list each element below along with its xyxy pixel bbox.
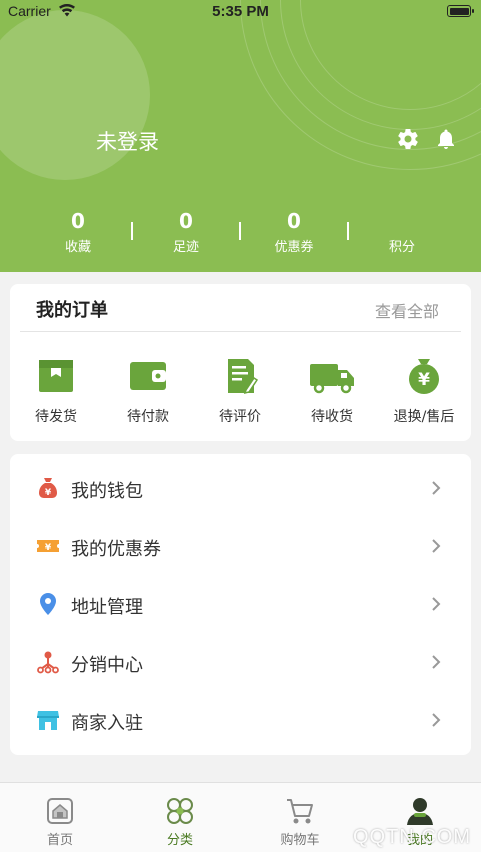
stat-label: 积分 bbox=[388, 240, 415, 255]
menu-item-merchant[interactable]: 商家入驻 bbox=[10, 692, 471, 750]
tab-category[interactable]: 分类 bbox=[120, 795, 240, 848]
wallet-icon bbox=[130, 362, 166, 390]
stat-value: 0 bbox=[71, 209, 85, 233]
order-pending-review[interactable]: 待评价 bbox=[194, 356, 286, 426]
store-icon bbox=[37, 711, 59, 730]
menu-item-address[interactable]: 地址管理 bbox=[10, 576, 471, 634]
view-all-orders-link[interactable]: 查看全部 bbox=[375, 298, 439, 322]
stat-footprints[interactable]: 0 足迹 bbox=[131, 208, 241, 255]
yen-bag-icon: ¥ bbox=[409, 359, 439, 394]
stat-value: 0 bbox=[179, 209, 193, 233]
coupon-icon: ¥ bbox=[37, 540, 59, 553]
menu-label: 我的优惠券 bbox=[71, 539, 161, 560]
status-bar: Carrier 5:35 PM bbox=[0, 0, 481, 24]
tab-home[interactable]: 首页 bbox=[0, 795, 120, 848]
review-icon bbox=[228, 359, 259, 395]
order-refund-aftersales[interactable]: ¥ 退换/售后 bbox=[378, 356, 470, 426]
stat-value: 0 bbox=[287, 209, 301, 233]
menu-label: 分销中心 bbox=[71, 655, 143, 676]
profile-icon bbox=[407, 798, 433, 825]
menu-item-coupons[interactable]: ¥ 我的优惠券 bbox=[10, 518, 471, 576]
order-pending-receipt[interactable]: 待收货 bbox=[286, 356, 378, 426]
stat-label: 优惠券 bbox=[274, 240, 314, 255]
profile-header: 未登录 0 收藏 0 足迹 0 优惠券 积分 bbox=[0, 0, 481, 272]
tab-label: 分类 bbox=[166, 833, 193, 848]
order-label: 待付款 bbox=[127, 409, 169, 425]
stat-value bbox=[347, 208, 457, 234]
stat-coupons[interactable]: 0 优惠券 bbox=[239, 208, 349, 255]
truck-icon bbox=[310, 364, 354, 394]
clock-label: 5:35 PM bbox=[212, 3, 269, 20]
watermark: QQTN.COM bbox=[353, 826, 471, 848]
orders-title: 我的订单 bbox=[36, 300, 108, 321]
gear-icon[interactable] bbox=[396, 127, 420, 151]
menu-label: 我的钱包 bbox=[71, 481, 143, 502]
chevron-right-icon bbox=[432, 655, 441, 669]
menu-label: 地址管理 bbox=[71, 597, 143, 618]
menu-item-wallet[interactable]: ¥ 我的钱包 bbox=[10, 460, 471, 518]
chevron-right-icon bbox=[432, 481, 441, 495]
money-bag-icon: ¥ bbox=[39, 478, 57, 498]
order-label: 退换/售后 bbox=[393, 409, 455, 425]
home-icon bbox=[47, 798, 73, 824]
order-label: 待评价 bbox=[219, 409, 261, 425]
svg-text:¥: ¥ bbox=[418, 370, 430, 390]
menu-item-distribution[interactable]: 分销中心 bbox=[10, 634, 471, 692]
stat-label: 足迹 bbox=[172, 240, 199, 255]
menu-label: 商家入驻 bbox=[71, 713, 143, 734]
orders-card: 我的订单 查看全部 待发货 待付款 待评价 待收货 ¥ 退换/售后 bbox=[10, 284, 471, 441]
bell-icon[interactable] bbox=[434, 127, 458, 151]
order-label: 待发货 bbox=[35, 409, 77, 425]
order-pending-payment[interactable]: 待付款 bbox=[102, 356, 194, 426]
box-icon bbox=[39, 360, 73, 392]
svg-text:¥: ¥ bbox=[45, 543, 52, 553]
chevron-right-icon bbox=[432, 597, 441, 611]
cart-icon bbox=[287, 799, 313, 824]
distribution-icon bbox=[37, 651, 59, 674]
svg-text:¥: ¥ bbox=[45, 488, 52, 498]
user-stats: 0 收藏 0 足迹 0 优惠券 积分 bbox=[0, 208, 481, 258]
order-pending-shipment[interactable]: 待发货 bbox=[10, 356, 102, 426]
divider bbox=[20, 331, 461, 332]
stat-label: 收藏 bbox=[64, 240, 91, 255]
stat-points[interactable]: 积分 bbox=[347, 208, 457, 255]
tab-label: 购物车 bbox=[280, 833, 320, 848]
tab-cart[interactable]: 购物车 bbox=[240, 795, 360, 848]
login-status-label[interactable]: 未登录 bbox=[96, 126, 159, 156]
chevron-right-icon bbox=[432, 713, 441, 727]
stat-favorites[interactable]: 0 收藏 bbox=[23, 208, 133, 255]
category-icon bbox=[167, 798, 193, 824]
order-label: 待收货 bbox=[311, 409, 353, 425]
menu-card: ¥ 我的钱包 ¥ 我的优惠券 地址管理 分销中心 商家入驻 bbox=[10, 454, 471, 755]
location-pin-icon bbox=[40, 593, 56, 615]
chevron-right-icon bbox=[432, 539, 441, 553]
battery-icon bbox=[447, 5, 474, 17]
tab-label: 首页 bbox=[46, 833, 73, 848]
